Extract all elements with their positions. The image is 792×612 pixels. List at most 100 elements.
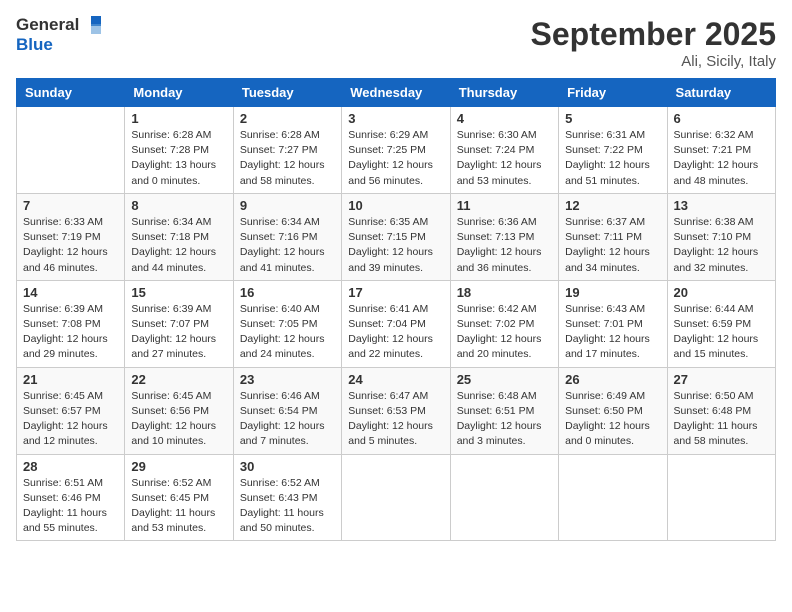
calendar-day-header: Friday [559,79,667,107]
day-number: 12 [565,198,660,213]
day-number: 30 [240,459,335,474]
calendar-cell: 28 Sunrise: 6:51 AM Sunset: 6:46 PM Dayli… [17,454,125,541]
day-info: Sunrise: 6:36 AM Sunset: 7:13 PM Dayligh… [457,215,552,276]
day-number: 25 [457,372,552,387]
location-title: Ali, Sicily, Italy [531,53,776,70]
calendar-cell: 3 Sunrise: 6:29 AM Sunset: 7:25 PM Daylig… [342,107,450,194]
day-info: Sunrise: 6:34 AM Sunset: 7:18 PM Dayligh… [131,215,226,276]
title-block: September 2025 Ali, Sicily, Italy [531,16,776,70]
day-number: 29 [131,459,226,474]
day-info: Sunrise: 6:35 AM Sunset: 7:15 PM Dayligh… [348,215,443,276]
calendar-cell [342,454,450,541]
day-info: Sunrise: 6:50 AM Sunset: 6:48 PM Dayligh… [674,389,769,450]
logo: General Blue [16,16,101,54]
day-number: 16 [240,285,335,300]
page-header: General Blue September 2025 Ali, Sicily,… [16,16,776,70]
day-number: 26 [565,372,660,387]
calendar-cell: 14Sunrise: 6:39 AM Sunset: 7:08 PM Dayli… [17,280,125,367]
day-number: 28 [23,459,118,474]
calendar-cell: 10Sunrise: 6:35 AM Sunset: 7:15 PM Dayli… [342,193,450,280]
day-number: 27 [674,372,769,387]
calendar-cell: 20Sunrise: 6:44 AM Sunset: 6:59 PM Dayli… [667,280,775,367]
calendar-cell: 27 Sunrise: 6:50 AM Sunset: 6:48 PM Dayli… [667,367,775,454]
calendar-cell: 13 Sunrise: 6:38 AM Sunset: 7:10 PM Dayli… [667,193,775,280]
day-number: 9 [240,198,335,213]
day-number: 18 [457,285,552,300]
calendar-cell: 16 Sunrise: 6:40 AM Sunset: 7:05 PM Dayli… [233,280,341,367]
day-info: Sunrise: 6:52 AM Sunset: 6:45 PM Dayligh… [131,476,226,537]
day-info: Sunrise: 6:52 AM Sunset: 6:43 PM Dayligh… [240,476,335,537]
calendar-cell: 30 Sunrise: 6:52 AM Sunset: 6:43 PM Dayli… [233,454,341,541]
day-info: Sunrise: 6:28 AM Sunset: 7:28 PM Dayligh… [131,128,226,189]
calendar-day-header: Tuesday [233,79,341,107]
day-info: Sunrise: 6:32 AM Sunset: 7:21 PM Dayligh… [674,128,769,189]
calendar-week-row: 21 Sunrise: 6:45 AM Sunset: 6:57 PM Dayli… [17,367,776,454]
day-number: 20 [674,285,769,300]
calendar-day-header: Wednesday [342,79,450,107]
logo-blue: Blue [16,35,53,54]
calendar-cell: 8 Sunrise: 6:34 AM Sunset: 7:18 PM Daylig… [125,193,233,280]
calendar-cell: 17 Sunrise: 6:41 AM Sunset: 7:04 PM Dayli… [342,280,450,367]
day-info: Sunrise: 6:43 AM Sunset: 7:01 PM Dayligh… [565,302,660,363]
logo-general: General [16,16,79,35]
day-info: Sunrise: 6:51 AM Sunset: 6:46 PM Dayligh… [23,476,118,537]
day-info: Sunrise: 6:41 AM Sunset: 7:04 PM Dayligh… [348,302,443,363]
day-info: Sunrise: 6:40 AM Sunset: 7:05 PM Dayligh… [240,302,335,363]
day-info: Sunrise: 6:45 AM Sunset: 6:57 PM Dayligh… [23,389,118,450]
calendar-table: SundayMondayTuesdayWednesdayThursdayFrid… [16,78,776,541]
calendar-cell: 1Sunrise: 6:28 AM Sunset: 7:28 PM Daylig… [125,107,233,194]
calendar-cell: 24 Sunrise: 6:47 AM Sunset: 6:53 PM Dayli… [342,367,450,454]
day-number: 24 [348,372,443,387]
day-number: 8 [131,198,226,213]
logo-flag-icon [81,16,101,34]
day-info: Sunrise: 6:37 AM Sunset: 7:11 PM Dayligh… [565,215,660,276]
day-number: 21 [23,372,118,387]
calendar-cell: 23Sunrise: 6:46 AM Sunset: 6:54 PM Dayli… [233,367,341,454]
day-info: Sunrise: 6:31 AM Sunset: 7:22 PM Dayligh… [565,128,660,189]
calendar-cell: 18 Sunrise: 6:42 AM Sunset: 7:02 PM Dayli… [450,280,558,367]
calendar-cell [559,454,667,541]
day-number: 4 [457,111,552,126]
day-number: 15 [131,285,226,300]
day-info: Sunrise: 6:49 AM Sunset: 6:50 PM Dayligh… [565,389,660,450]
calendar-cell [450,454,558,541]
calendar-cell: 15 Sunrise: 6:39 AM Sunset: 7:07 PM Dayli… [125,280,233,367]
calendar-week-row: 7 Sunrise: 6:33 AM Sunset: 7:19 PM Daylig… [17,193,776,280]
day-number: 11 [457,198,552,213]
day-number: 19 [565,285,660,300]
calendar-week-row: 14Sunrise: 6:39 AM Sunset: 7:08 PM Dayli… [17,280,776,367]
calendar-cell: 22Sunrise: 6:45 AM Sunset: 6:56 PM Dayli… [125,367,233,454]
calendar-cell: 5 Sunrise: 6:31 AM Sunset: 7:22 PM Daylig… [559,107,667,194]
calendar-week-row: 28 Sunrise: 6:51 AM Sunset: 6:46 PM Dayli… [17,454,776,541]
day-number: 5 [565,111,660,126]
calendar-cell: 21 Sunrise: 6:45 AM Sunset: 6:57 PM Dayli… [17,367,125,454]
calendar-cell [667,454,775,541]
day-info: Sunrise: 6:42 AM Sunset: 7:02 PM Dayligh… [457,302,552,363]
day-info: Sunrise: 6:29 AM Sunset: 7:25 PM Dayligh… [348,128,443,189]
logo-container: General Blue [16,16,101,54]
calendar-cell: 19 Sunrise: 6:43 AM Sunset: 7:01 PM Dayli… [559,280,667,367]
calendar-cell: 25Sunrise: 6:48 AM Sunset: 6:51 PM Dayli… [450,367,558,454]
day-info: Sunrise: 6:34 AM Sunset: 7:16 PM Dayligh… [240,215,335,276]
day-number: 23 [240,372,335,387]
day-number: 3 [348,111,443,126]
calendar-cell: 29 Sunrise: 6:52 AM Sunset: 6:45 PM Dayli… [125,454,233,541]
calendar-day-header: Sunday [17,79,125,107]
day-info: Sunrise: 6:39 AM Sunset: 7:07 PM Dayligh… [131,302,226,363]
calendar-day-header: Monday [125,79,233,107]
day-info: Sunrise: 6:47 AM Sunset: 6:53 PM Dayligh… [348,389,443,450]
day-info: Sunrise: 6:33 AM Sunset: 7:19 PM Dayligh… [23,215,118,276]
calendar-cell [17,107,125,194]
day-number: 7 [23,198,118,213]
day-info: Sunrise: 6:38 AM Sunset: 7:10 PM Dayligh… [674,215,769,276]
calendar-cell: 4Sunrise: 6:30 AM Sunset: 7:24 PM Daylig… [450,107,558,194]
day-number: 17 [348,285,443,300]
calendar-cell: 6Sunrise: 6:32 AM Sunset: 7:21 PM Daylig… [667,107,775,194]
calendar-day-header: Thursday [450,79,558,107]
day-number: 2 [240,111,335,126]
day-number: 22 [131,372,226,387]
calendar-day-header: Saturday [667,79,775,107]
calendar-cell: 7 Sunrise: 6:33 AM Sunset: 7:19 PM Daylig… [17,193,125,280]
calendar-cell: 12 Sunrise: 6:37 AM Sunset: 7:11 PM Dayli… [559,193,667,280]
day-number: 13 [674,198,769,213]
